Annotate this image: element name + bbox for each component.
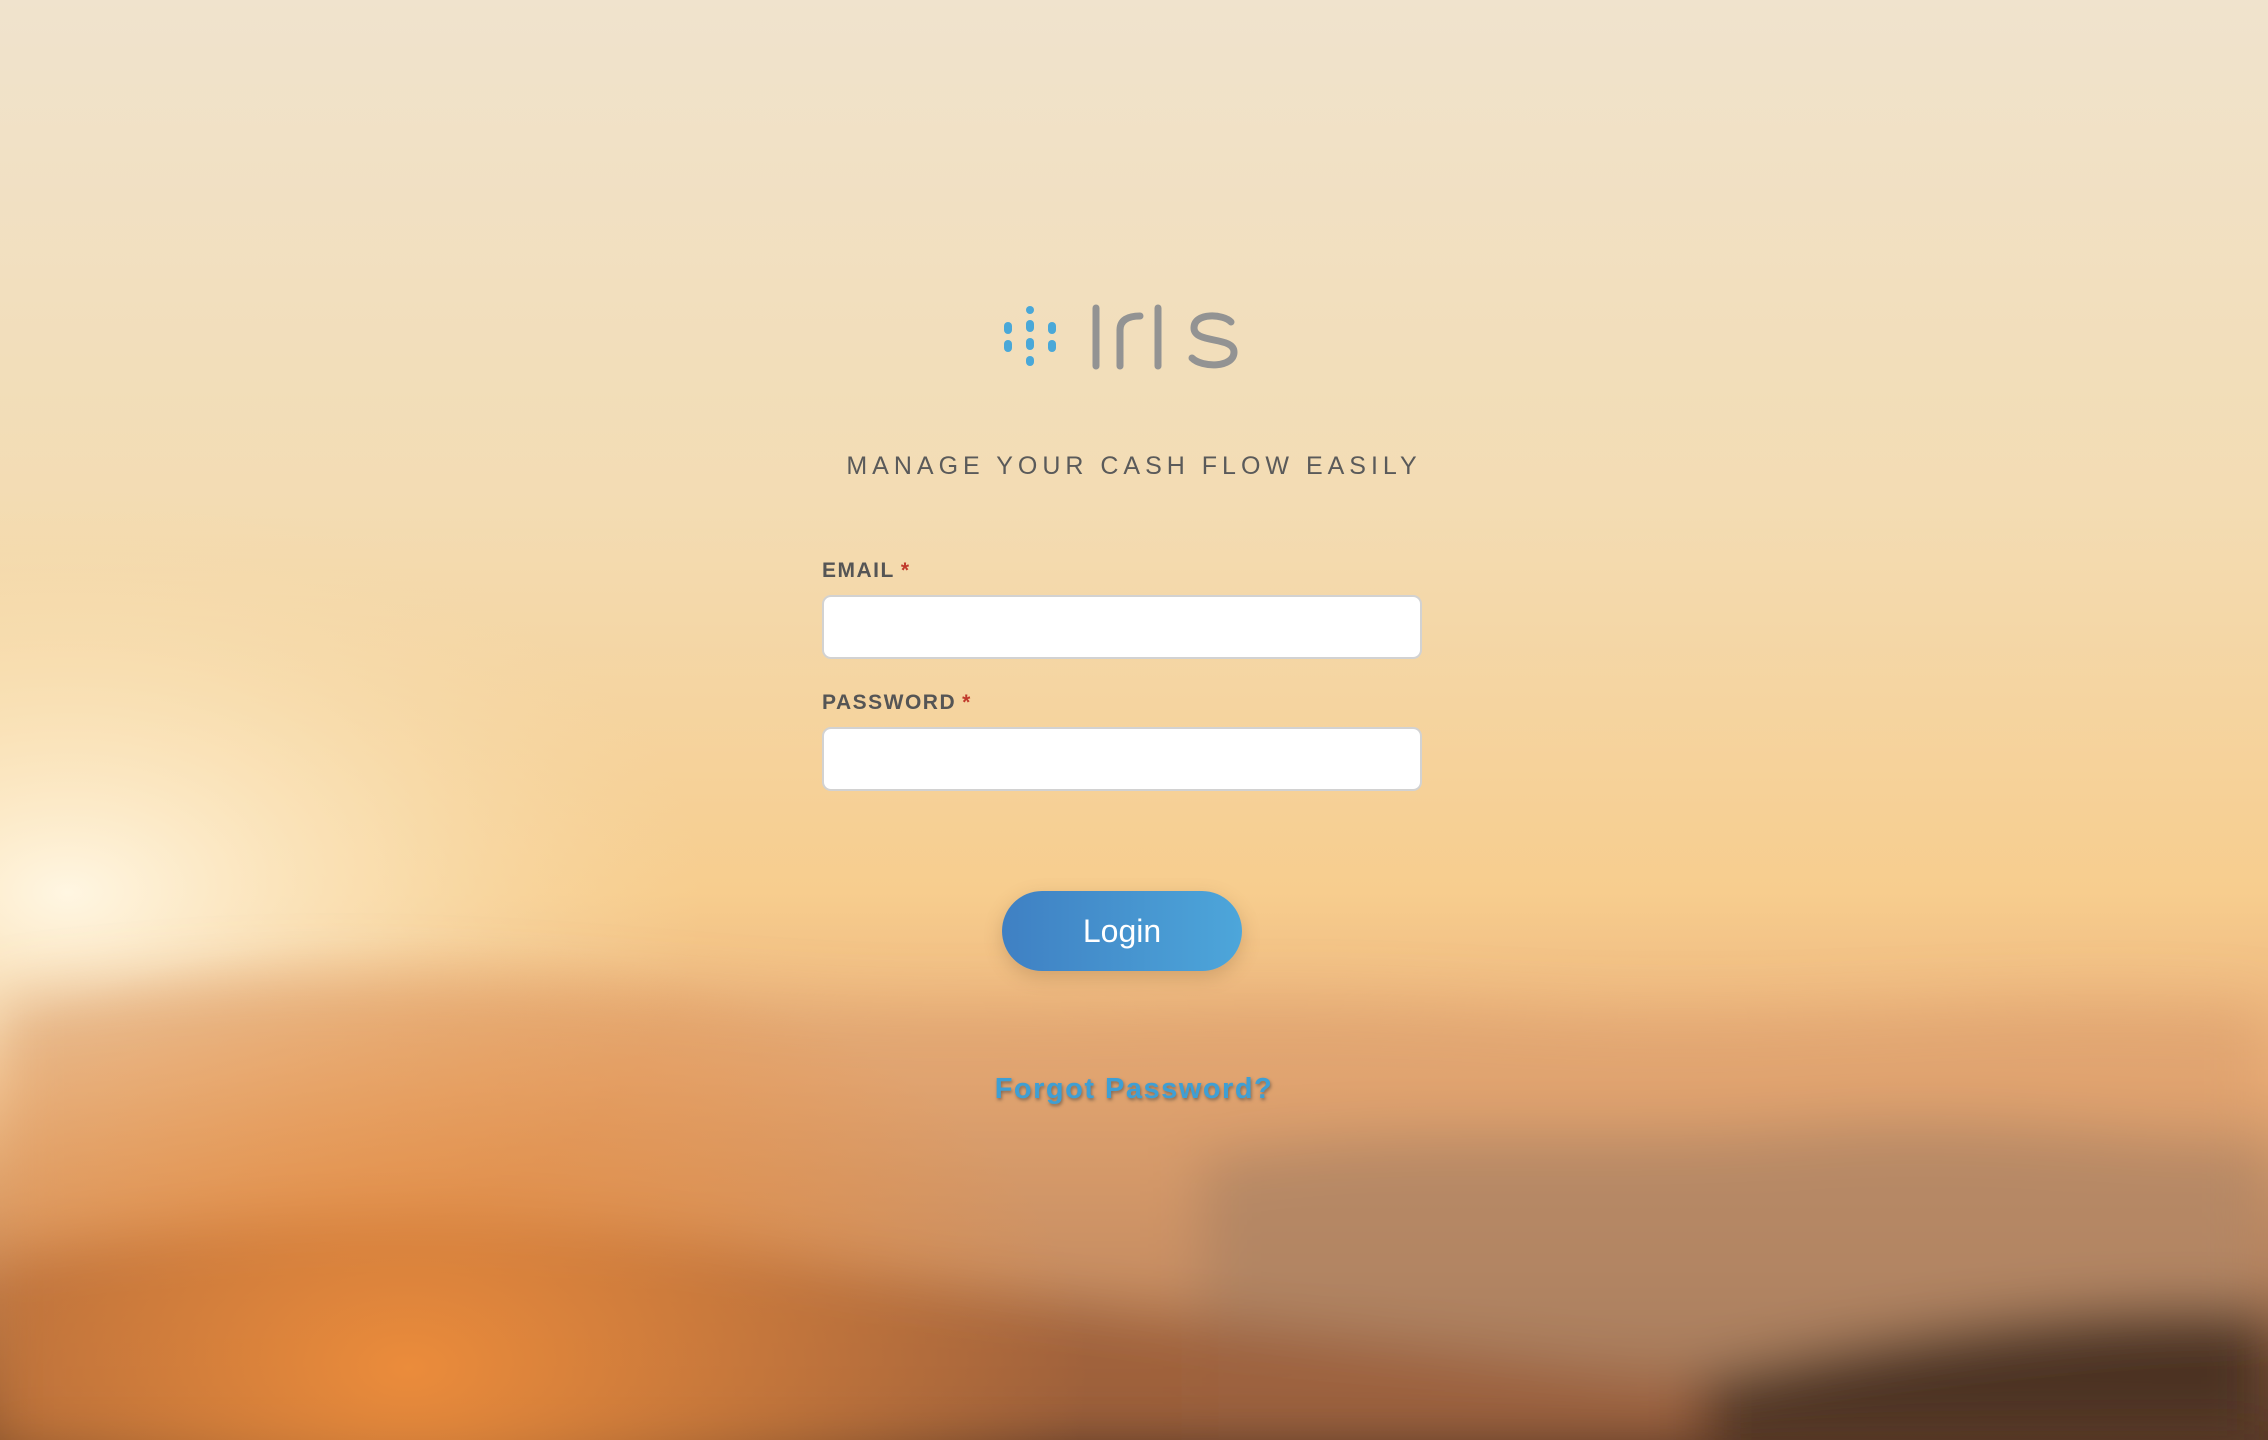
login-page: MANAGE YOUR CASH FLOW EASILY EMAIL * PASS… [0,0,2268,1440]
forgot-password-link[interactable]: Forgot Password? [0,1073,2268,1106]
email-label-text: EMAIL [822,559,895,582]
email-field[interactable] [822,595,1422,659]
logo-dots-icon [1004,306,1056,366]
email-required-mark: * [900,559,911,582]
iris-logo [998,300,1242,372]
email-label: EMAIL * [822,559,911,583]
password-required-mark: * [962,691,972,714]
logo-wordmark [1092,304,1238,370]
password-field[interactable] [822,727,1422,791]
login-button[interactable]: Login [1002,891,1242,971]
tagline: MANAGE YOUR CASH FLOW EASILY [846,452,1422,480]
sunset-background [0,0,2268,1440]
password-label-text: PASSWORD [822,691,957,714]
password-label: PASSWORD * [822,691,972,715]
